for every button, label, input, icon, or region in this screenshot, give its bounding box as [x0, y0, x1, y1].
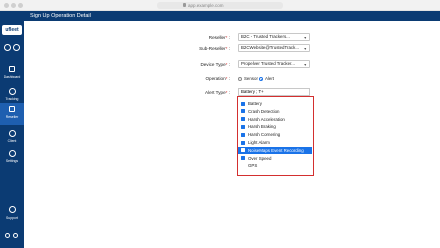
sidebar-item-client[interactable]: Client — [0, 127, 24, 149]
alert-option-item[interactable]: ✓ NoiseMaps Event Recording — [238, 146, 312, 154]
device-type-select-value: Propelver Trusted Tracker... — [241, 61, 295, 66]
alert-option-label: Battery — [248, 101, 262, 106]
alert-option-label: Crash Detection — [248, 108, 280, 114]
sidebar-item-settings[interactable]: Settings — [0, 147, 24, 169]
reseller-select[interactable]: B2C - Trusted Trackers... ▼ — [238, 33, 310, 41]
alert-option-item[interactable]: ✓ Battery — [238, 100, 312, 107]
alert-option-label: Harsh Acceleration — [248, 116, 285, 122]
sidebar-item-label: Settings — [5, 159, 19, 163]
device-type-label: Device Type* : — [170, 62, 230, 67]
sidebar-item-support[interactable]: Support — [0, 204, 24, 226]
browser-toolbar: app.example.com — [0, 0, 440, 11]
required-mark: * — [225, 62, 228, 67]
alert-type-label: Alert Type* : — [170, 90, 230, 95]
sidebar-item-label: Reseller — [5, 115, 19, 119]
alert-option-label: Harsh Braking — [248, 124, 276, 130]
alert-option-item[interactable]: ✓ Over Speed — [238, 155, 312, 162]
tracking-icon — [9, 88, 16, 95]
required-mark: * — [225, 76, 228, 81]
checkbox-icon[interactable]: ✓ — [241, 148, 248, 154]
required-mark: * — [225, 90, 228, 95]
alert-type-value: Battery ; T+ — [241, 89, 264, 94]
device-type-select[interactable]: Propelver Trusted Tracker... ▼ — [238, 60, 310, 68]
alert-option-item[interactable]: ✓ Light Alarm — [238, 139, 312, 146]
checkbox-icon[interactable]: ✓ — [241, 132, 248, 138]
sidebar-item-label: Dashboard — [3, 75, 21, 79]
sidebar: ufleet Dashboard Tracking Reseller Clien… — [0, 11, 24, 248]
android-store-icon[interactable] — [13, 233, 18, 238]
alert-option-label: Light Alarm — [248, 140, 270, 145]
lock-icon — [183, 3, 186, 7]
label-colon: : — [228, 35, 230, 40]
subreseller-select-value: B2CWebsite@TrustedTrack... — [241, 45, 299, 50]
apple-store-icon[interactable] — [5, 233, 10, 238]
brand-logo[interactable]: ufleet — [2, 25, 22, 35]
gear-icon — [9, 150, 16, 157]
alert-type-label-text: Alert Type — [205, 90, 226, 95]
checkbox-icon[interactable]: ✓ — [241, 109, 248, 115]
alert-option-label: Harsh Cornering — [248, 132, 281, 138]
alert-option-item[interactable]: ✓ Crash Detection — [238, 108, 312, 115]
alert-option-label: NoiseMaps Event Recording — [248, 147, 304, 153]
subreseller-select[interactable]: B2CWebsite@TrustedTrack... ▼ — [238, 44, 310, 52]
checkbox-icon[interactable]: ✓ — [241, 101, 248, 107]
minimize-window-icon[interactable] — [11, 3, 16, 8]
client-icon — [9, 130, 16, 137]
required-mark: * — [225, 35, 228, 40]
alert-option-label: GPS — [248, 163, 258, 169]
subreseller-label: Sub-Reseller* : — [170, 46, 230, 51]
sidebar-item-reseller[interactable]: Reseller — [0, 103, 24, 125]
checkbox-icon[interactable] — [241, 163, 245, 168]
notification-bell-icon[interactable] — [4, 44, 11, 51]
user-profile-icon[interactable] — [13, 44, 20, 51]
maximize-window-icon[interactable] — [18, 3, 23, 8]
alert-option-item[interactable]: ✓ Harsh Cornering — [238, 131, 312, 138]
checkbox-icon[interactable]: ✓ — [241, 140, 248, 146]
chevron-down-icon: ▼ — [303, 36, 307, 40]
reseller-label: Reseller* : — [170, 35, 230, 40]
alert-type-multiselect[interactable]: Battery ; T+ — [238, 88, 310, 96]
checkbox-icon[interactable]: ✓ — [241, 156, 248, 162]
label-colon: : — [228, 76, 230, 81]
operation-option-sensor: Sensor — [244, 76, 258, 81]
dashboard-icon — [9, 66, 15, 72]
address-text: app.example.com — [188, 3, 224, 8]
checkbox-icon[interactable]: ✓ — [241, 117, 248, 123]
alert-option-item[interactable]: ✓ Harsh Braking — [238, 123, 312, 130]
operation-radio-sensor[interactable] — [238, 77, 242, 81]
chevron-down-icon: ▼ — [303, 63, 307, 67]
label-colon: : — [228, 62, 230, 67]
subreseller-label-text: Sub-Reseller — [199, 46, 226, 51]
label-colon: : — [228, 90, 230, 95]
alert-option-label: Over Speed — [248, 155, 272, 161]
alert-option-item[interactable]: ✓ Harsh Acceleration — [238, 116, 312, 123]
operation-label-text: Operation — [205, 76, 226, 81]
chevron-down-icon: ▼ — [303, 47, 307, 51]
label-colon: : — [228, 46, 230, 51]
sidebar-item-dashboard[interactable]: Dashboard — [0, 63, 24, 85]
page-title: Sign Up Operation Detail — [30, 13, 91, 19]
operation-radio-alert[interactable] — [259, 77, 263, 81]
cloud-icon — [9, 206, 16, 213]
sidebar-item-label: Support — [6, 216, 18, 220]
sidebar-item-label: Tracking — [5, 97, 19, 101]
device-type-label-text: Device Type — [200, 62, 226, 67]
required-mark: * — [225, 46, 228, 51]
sidebar-item-label: Client — [7, 139, 17, 143]
checkbox-icon[interactable]: ✓ — [241, 124, 248, 130]
close-window-icon[interactable] — [4, 3, 9, 8]
reseller-label-text: Reseller — [208, 35, 226, 40]
reseller-select-value: B2C - Trusted Trackers... — [241, 34, 290, 39]
reseller-icon — [9, 106, 15, 112]
operation-option-alert: Alert — [265, 76, 275, 81]
alert-option-item[interactable]: GPS — [238, 162, 312, 169]
operation-label: Operation* : — [170, 76, 230, 81]
page-header: Sign Up Operation Detail — [24, 11, 440, 21]
alert-type-dropdown: ✓ Battery ✓ Crash Detection ✓ Harsh Accelerat… — [237, 96, 314, 176]
